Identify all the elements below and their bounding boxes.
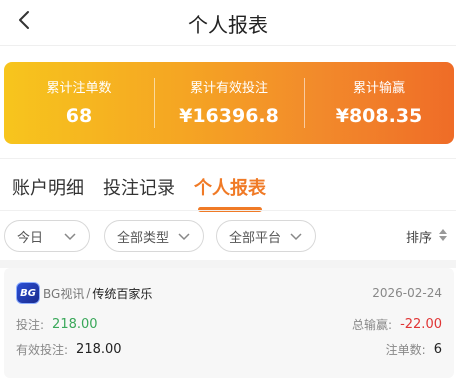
stat-valid-bets: 累计有效投注 ¥16396.8 <box>154 62 304 144</box>
bet-label: 投注: <box>16 318 45 332</box>
section-divider <box>0 260 456 268</box>
date-filter-select[interactable]: 今日 <box>4 220 90 252</box>
game-name: 传统百家乐 <box>92 286 153 301</box>
stat-label: 累计有效投注 <box>189 81 268 96</box>
valid-bet-value: 218.00 <box>76 342 122 357</box>
separator: / <box>86 286 91 300</box>
bet-value: 218.00 <box>52 317 98 332</box>
bet-amount-row: 投注: 218.00 <box>16 316 98 333</box>
chevron-down-icon <box>177 230 191 246</box>
page-title: 个人报表 <box>188 13 268 37</box>
stats-banner: 累计注单数 68 累计有效投注 ¥16396.8 累计输赢 ¥808.35 <box>4 62 454 144</box>
sort-icon <box>438 228 448 246</box>
sort-button[interactable]: 排序 <box>406 227 448 246</box>
bet-count-value: 6 <box>433 342 442 357</box>
date-filter-value: 今日 <box>17 230 44 246</box>
stat-value: ¥808.35 <box>335 105 423 127</box>
stat-win-loss: 累计输赢 ¥808.35 <box>304 62 454 144</box>
type-filter-value: 全部类型 <box>117 230 170 246</box>
type-filter-select[interactable]: 全部类型 <box>104 220 204 252</box>
bg-logo: BG <box>16 282 40 304</box>
chevron-down-icon <box>289 230 303 246</box>
platform-filter-value: 全部平台 <box>229 230 282 246</box>
stat-value: ¥16396.8 <box>179 105 279 127</box>
stat-total-bets: 累计注单数 68 <box>4 62 154 144</box>
report-record-card[interactable]: BG BG视讯 / 传统百家乐 2026-02-24 投注: 218.00 总输… <box>4 268 454 378</box>
platform-name: BG视讯 <box>43 286 85 301</box>
win-loss-value: -22.00 <box>400 317 442 332</box>
sort-label: 排序 <box>405 231 432 246</box>
win-loss-label: 总输赢: <box>352 318 393 332</box>
tab-account-details[interactable]: 账户明细 <box>12 174 84 200</box>
record-date: 2026-02-24 <box>372 286 442 300</box>
tab-bet-records[interactable]: 投注记录 <box>103 174 175 200</box>
record-header: BG BG视讯 / 传统百家乐 <box>16 282 152 304</box>
platform-filter-select[interactable]: 全部平台 <box>216 220 316 252</box>
stat-label: 累计注单数 <box>46 81 112 96</box>
stat-value: 68 <box>65 105 93 127</box>
chevron-down-icon <box>63 230 77 246</box>
win-loss-row: 总输赢: -22.00 <box>352 316 442 333</box>
filter-bar: 今日 全部类型 全部平台 排序 <box>0 210 456 260</box>
valid-bet-label: 有效投注: <box>16 343 69 357</box>
tab-personal-report[interactable]: 个人报表 <box>194 174 266 200</box>
bet-count-row: 注单数: 6 <box>386 341 442 358</box>
stat-label: 累计输赢 <box>352 81 405 96</box>
bet-count-label: 注单数: <box>385 343 426 357</box>
valid-bet-row: 有效投注: 218.00 <box>16 341 122 358</box>
header-bar: 个人报表 <box>0 0 456 46</box>
tab-bar: 账户明细 投注记录 个人报表 <box>0 158 456 212</box>
